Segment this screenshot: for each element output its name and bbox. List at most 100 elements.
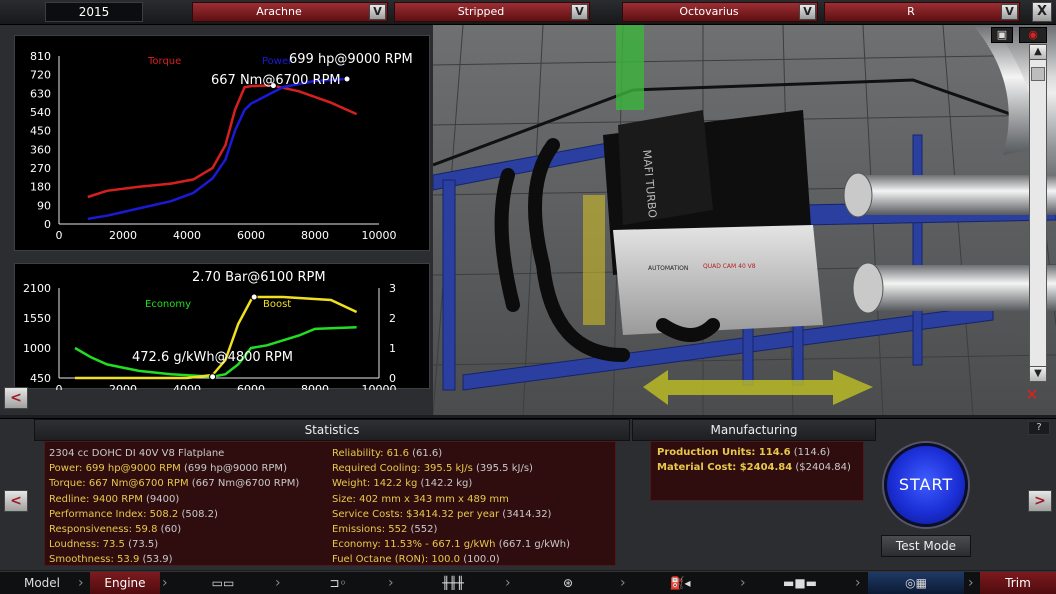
manufacturing-value: (114.6) xyxy=(790,447,831,458)
prev-button[interactable]: < xyxy=(4,490,28,512)
stat-value: (9400) xyxy=(142,493,180,505)
power-annotation: 699 hp@9000 RPM xyxy=(289,52,413,67)
tab-exhaust[interactable]: ▬■▬ xyxy=(765,572,835,594)
statistics-col-left: 2304 cc DOHC DI 40V V8 Flatplane Power: … xyxy=(49,446,299,568)
y-tick-label: 90 xyxy=(37,199,51,212)
stat-key: Torque: 667 Nm@6700 RPM xyxy=(49,478,189,490)
chevron-right-icon: › xyxy=(78,575,84,591)
stat-row: Responsiveness: 59.8 (60) xyxy=(49,522,299,537)
collapse-charts-button[interactable]: < xyxy=(4,387,28,409)
stat-key: Smoothness: 53.9 xyxy=(49,554,140,566)
camera-icon[interactable]: ▣ xyxy=(991,27,1013,43)
chevron-down-icon[interactable]: V xyxy=(571,4,588,20)
stat-key: Size: 402 mm x 343 mm x 489 mm xyxy=(332,493,509,505)
test-mode-button[interactable]: Test Mode xyxy=(881,535,971,557)
suspension-icon: ⊐◦ xyxy=(329,576,347,590)
tab-chassis[interactable]: ▭▭ xyxy=(195,572,251,594)
y-tick-label: 450 xyxy=(30,372,51,385)
tab-engine[interactable]: Engine xyxy=(90,572,160,594)
economy-boost-chart: 450 1000 1550 2100 0 1 2 3 0 2000 4000 6000 8000 1000… xyxy=(14,263,430,396)
y-tick-label: 180 xyxy=(30,181,51,194)
tab-model[interactable]: Model xyxy=(8,572,76,594)
x-tick-label: 0 xyxy=(56,383,63,390)
stat-key: Emissions: 552 xyxy=(332,523,408,535)
year-display[interactable]: 2015 xyxy=(45,2,143,22)
y-tick-label: 720 xyxy=(30,69,51,82)
stat-key: Power: 699 hp@9000 RPM xyxy=(49,463,181,475)
chevron-right-icon: › xyxy=(162,575,168,591)
stat-key: Reliability: 61.6 xyxy=(332,448,409,459)
stat-row: Size: 402 mm x 343 mm x 489 mm xyxy=(332,492,570,507)
torque-power-chart: 0 90 180 270 360 450 540 630 720 810 0 2000 4000 6000… xyxy=(14,35,430,251)
tab-drivetrain[interactable]: ╫╫╫ xyxy=(425,572,481,594)
y-tick-label: 2100 xyxy=(23,282,51,295)
start-button[interactable]: START xyxy=(884,443,968,527)
stat-row: Required Cooling: 395.5 kJ/s (395.5 kJ/s… xyxy=(332,461,570,476)
gauges-icon: ◎▦ xyxy=(905,576,927,590)
stat-value: (142.2 kg) xyxy=(417,478,473,490)
zoom-slider-thumb[interactable] xyxy=(1031,67,1045,81)
y-tick-label: 450 xyxy=(30,125,51,138)
engine-family-selector[interactable]: Octovarius V xyxy=(622,2,818,22)
stat-value: 2304 cc DOHC DI 40V V8 Flatplane xyxy=(49,448,225,459)
stat-key: Service Costs: $3414.32 per year xyxy=(332,508,500,520)
reset-view-icon[interactable]: ✕ xyxy=(1017,385,1047,407)
stat-key: Performance Index: 508.2 xyxy=(49,508,179,520)
exhaust-icon: ▬■▬ xyxy=(782,576,817,590)
scroll-down-icon[interactable]: ▼ xyxy=(1029,366,1047,382)
series-line-torque xyxy=(87,84,358,199)
y-tick-label: 540 xyxy=(30,106,51,119)
stat-value: (60) xyxy=(157,523,182,535)
close-button[interactable]: X xyxy=(1032,2,1052,22)
chevron-down-icon[interactable]: V xyxy=(369,4,386,20)
zoom-slider[interactable]: ▲ ▼ xyxy=(1029,44,1047,382)
engine-family-label: Octovarius xyxy=(679,5,739,18)
tab-gauges[interactable]: ◎▦ xyxy=(868,572,964,594)
stat-row: Service Costs: $3414.32 per year (3414.3… xyxy=(332,507,570,522)
fuel-icon: ⛽◂ xyxy=(669,576,691,590)
x-tick-label: 4000 xyxy=(173,229,201,242)
trim-selector-label: Stripped xyxy=(457,5,505,18)
chevron-down-icon[interactable]: V xyxy=(1001,4,1018,20)
stat-value: (3414.32) xyxy=(499,508,552,520)
stat-row: Economy: 11.53% - 667.1 g/kWh (667.1 g/k… xyxy=(332,537,570,552)
stat-value: (699 hp@9000 RPM) xyxy=(180,463,287,475)
stat-value: (53.9) xyxy=(139,554,173,566)
stat-value: (667.1 g/kWh) xyxy=(495,539,571,551)
x-tick-label: 10000 xyxy=(362,383,397,390)
y2-tick-label: 3 xyxy=(389,282,396,295)
manufacturing-box: Production Units: 114.6 (114.6) Material… xyxy=(650,441,864,501)
stat-row: 2304 cc DOHC DI 40V V8 Flatplane xyxy=(49,446,299,461)
engine-3d-viewport[interactable]: MAFI TURBO AUTOMATION QUAD CAM 40 V8 ▣ ◉… xyxy=(433,25,1056,415)
y2-tick-label: 2 xyxy=(389,312,396,325)
economy-boost-svg: 45010001550210001230 2000 4000 6000 8000 1000… xyxy=(23,270,397,396)
chevron-right-icon: › xyxy=(505,575,511,591)
next-button[interactable]: > xyxy=(1028,490,1052,512)
chevron-right-icon: › xyxy=(968,575,974,591)
manufacturing-header: Manufacturing xyxy=(632,419,876,441)
x-tick-label: 8000 xyxy=(301,229,329,242)
tab-suspension[interactable]: ⊐◦ xyxy=(310,572,366,594)
stat-value: (508.2) xyxy=(178,508,218,520)
chevron-right-icon: › xyxy=(620,575,626,591)
eye-icon[interactable]: ◉ xyxy=(1019,27,1047,43)
tab-wheels[interactable]: ⊛ xyxy=(540,572,596,594)
x-tick-label: 6000 xyxy=(237,383,265,390)
engine-variant-selector[interactable]: R V xyxy=(824,2,1020,22)
engine-maker-label: AUTOMATION xyxy=(648,265,688,272)
yellow-axis-bar xyxy=(583,195,605,325)
engine-block: MAFI TURBO AUTOMATION QUAD CAM 40 V8 xyxy=(603,110,823,335)
stat-row: Emissions: 552 (552) xyxy=(332,522,570,537)
help-button[interactable]: ? xyxy=(1028,421,1050,435)
chevron-right-icon: › xyxy=(388,575,394,591)
chevron-down-icon[interactable]: V xyxy=(799,4,816,20)
tab-fuel[interactable]: ⛽◂ xyxy=(650,572,710,594)
trim-selector[interactable]: Stripped V xyxy=(394,2,590,22)
scroll-up-icon[interactable]: ▲ xyxy=(1029,44,1047,60)
stat-key: Responsiveness: 59.8 xyxy=(49,523,158,535)
x-tick-label: 2000 xyxy=(109,383,137,390)
tab-trim[interactable]: Trim xyxy=(980,572,1056,594)
x-tick-label: 6000 xyxy=(237,229,265,242)
model-selector[interactable]: Arachne V xyxy=(192,2,388,22)
stat-row: Reliability: 61.6 (61.6) xyxy=(332,446,570,461)
